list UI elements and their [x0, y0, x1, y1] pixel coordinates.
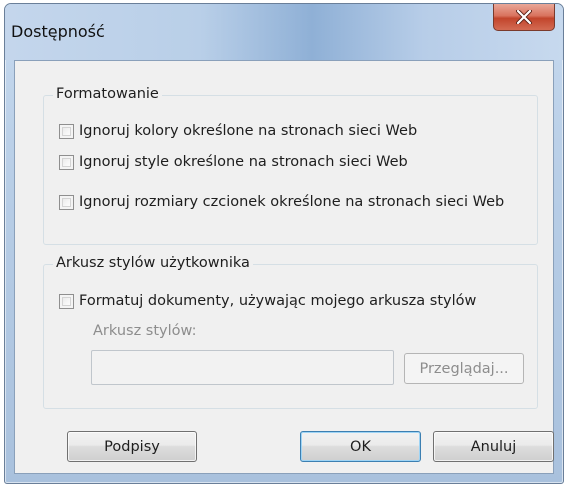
stylesheet-label: Arkusz stylów: [93, 323, 197, 339]
cancel-button[interactable]: Anuluj [433, 431, 554, 462]
stylesheet-path-input[interactable] [91, 350, 394, 385]
formatting-group: Formatowanie [43, 86, 538, 245]
ignore-font-sizes-checkbox-row[interactable]: Ignoruj rozmiary czcionek określone na s… [59, 194, 504, 210]
format-documents-label[interactable]: Formatuj dokumenty, używając mojego arku… [79, 293, 476, 309]
user-stylesheet-group-title: Arkusz stylów użytkownika [53, 255, 253, 271]
ignore-colors-label[interactable]: Ignoruj kolory określone na stronach sie… [79, 123, 417, 139]
ignore-font-sizes-checkbox[interactable] [59, 194, 74, 210]
browse-button[interactable]: Przeglądaj... [404, 353, 524, 384]
close-icon [516, 10, 532, 24]
title-bar[interactable]: Dostępność [5, 4, 563, 60]
captions-button[interactable]: Podpisy [67, 431, 197, 462]
ignore-font-sizes-label[interactable]: Ignoruj rozmiary czcionek określone na s… [79, 194, 504, 210]
format-documents-checkbox-row[interactable]: Formatuj dokumenty, używając mojego arku… [59, 293, 476, 309]
ignore-styles-checkbox[interactable] [59, 154, 74, 170]
ignore-styles-checkbox-row[interactable]: Ignoruj style określone na stronach siec… [59, 154, 408, 170]
dialog-title: Dostępność [11, 22, 105, 41]
ignore-styles-label[interactable]: Ignoruj style określone na stronach siec… [79, 154, 408, 170]
ignore-colors-checkbox-row[interactable]: Ignoruj kolory określone na stronach sie… [59, 123, 417, 139]
formatting-group-title: Formatowanie [53, 86, 162, 102]
ok-button[interactable]: OK [300, 431, 421, 462]
format-documents-checkbox[interactable] [59, 293, 74, 309]
accessibility-dialog: Dostępność Formatowanie Ignoruj kolory o… [4, 3, 564, 484]
dialog-body: Formatowanie Ignoruj kolory określone na… [14, 60, 554, 474]
close-button[interactable] [493, 4, 555, 31]
ignore-colors-checkbox[interactable] [59, 123, 74, 139]
